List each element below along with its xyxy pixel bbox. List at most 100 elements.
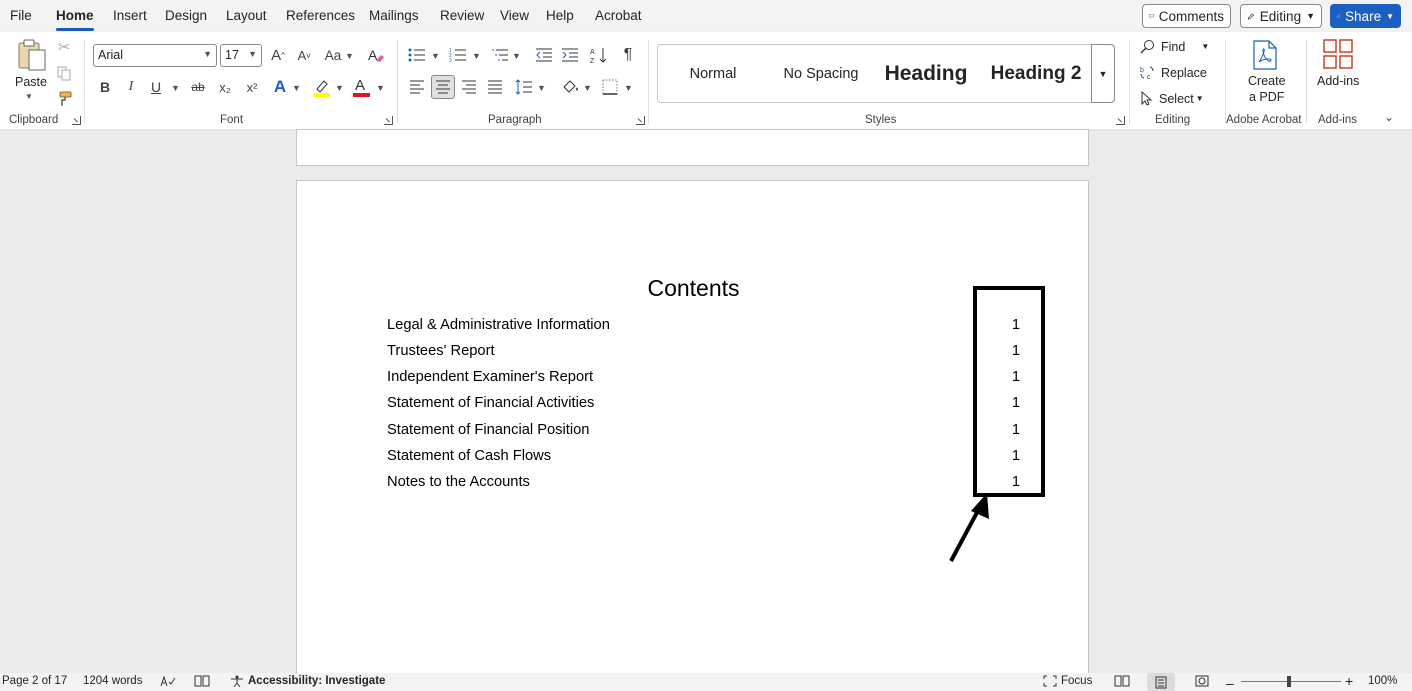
toc-entry[interactable]: Statement of Financial Position 1 xyxy=(387,422,1027,442)
toc-entry[interactable]: Independent Examiner's Report 1 xyxy=(387,369,1027,389)
change-case-button[interactable]: Aa xyxy=(322,45,344,65)
tab-view[interactable]: View xyxy=(500,8,529,23)
paragraph-launcher-icon[interactable] xyxy=(636,116,645,125)
styles-launcher-icon[interactable] xyxy=(1116,116,1125,125)
chevron-down-icon[interactable]: ▼ xyxy=(171,83,180,93)
current-page[interactable]: Contents Legal & Administrative Informat… xyxy=(296,180,1089,690)
toc-entry[interactable]: Legal & Administrative Information 1 xyxy=(387,317,1027,337)
create-pdf-button[interactable]: Create a PDF xyxy=(1236,38,1294,106)
zoom-out-button[interactable]: – xyxy=(1226,675,1234,691)
chevron-down-icon[interactable]: ▼ xyxy=(583,83,592,93)
text-effects-button[interactable]: A xyxy=(270,77,290,97)
page-count[interactable]: Page 2 of 17 xyxy=(2,675,67,687)
line-spacing-icon[interactable] xyxy=(514,77,534,97)
toc-entry[interactable]: Trustees' Report 1 xyxy=(387,343,1027,363)
decrease-indent-icon[interactable] xyxy=(534,45,554,65)
clear-format-icon[interactable]: A xyxy=(366,45,386,65)
font-color-button[interactable]: A xyxy=(353,76,371,98)
addins-group-label: Add-ins xyxy=(1318,114,1357,126)
italic-button[interactable]: I xyxy=(122,77,140,97)
focus-button[interactable]: Focus xyxy=(1043,675,1092,687)
align-left-icon[interactable] xyxy=(407,77,427,97)
bold-button[interactable]: B xyxy=(96,77,114,97)
paste-icon xyxy=(18,39,46,71)
align-center-icon[interactable] xyxy=(431,75,455,99)
copy-icon[interactable] xyxy=(56,64,72,82)
svg-text:A: A xyxy=(590,49,595,56)
zoom-slider-thumb[interactable] xyxy=(1287,676,1291,687)
numbering-icon[interactable]: 123 xyxy=(448,45,468,65)
chevron-down-icon[interactable]: ▼ xyxy=(431,51,440,61)
paste-button[interactable]: Paste ▼ xyxy=(12,38,48,104)
style-heading[interactable]: Heading xyxy=(874,45,978,102)
strikethrough-button[interactable]: ab xyxy=(188,77,208,97)
font-size-select[interactable]: 17 ▼ xyxy=(220,44,262,67)
cut-icon[interactable]: ✂ xyxy=(56,38,72,56)
chevron-down-icon[interactable]: ▼ xyxy=(472,51,481,61)
print-layout-icon[interactable] xyxy=(1147,673,1175,691)
shrink-font-icon[interactable]: Av xyxy=(294,45,314,65)
editing-mode-button[interactable]: Editing ▼ xyxy=(1240,4,1322,28)
font-family-select[interactable]: Arial ▼ xyxy=(93,44,217,67)
zoom-in-button[interactable]: + xyxy=(1345,673,1353,689)
tab-file[interactable]: File xyxy=(10,8,32,23)
tab-acrobat[interactable]: Acrobat xyxy=(595,8,642,23)
clipboard-launcher-icon[interactable] xyxy=(72,116,81,125)
style-normal[interactable]: Normal xyxy=(658,45,768,102)
share-button[interactable]: Share ▼ xyxy=(1330,4,1401,28)
replace-label: Replace xyxy=(1161,65,1207,80)
zoom-level[interactable]: 100% xyxy=(1368,675,1397,687)
increase-indent-icon[interactable] xyxy=(560,45,580,65)
chevron-down-icon[interactable]: ▼ xyxy=(292,83,301,93)
multilevel-icon[interactable] xyxy=(490,45,510,65)
font-launcher-icon[interactable] xyxy=(384,116,393,125)
previous-page[interactable] xyxy=(296,129,1089,166)
style-heading-2[interactable]: Heading 2 xyxy=(980,45,1092,102)
underline-button[interactable]: U xyxy=(147,77,165,97)
chevron-down-icon[interactable]: ▼ xyxy=(345,51,354,61)
tab-home[interactable]: Home xyxy=(56,8,94,31)
tab-layout[interactable]: Layout xyxy=(226,8,267,23)
chevron-down-icon[interactable]: ▼ xyxy=(537,83,546,93)
find-button[interactable]: Find ▼ xyxy=(1140,39,1209,54)
zoom-slider[interactable] xyxy=(1241,676,1341,687)
chevron-down-icon[interactable]: ▼ xyxy=(376,83,385,93)
toc-entry[interactable]: Statement of Cash Flows 1 xyxy=(387,448,1027,468)
read-mode-view-icon[interactable] xyxy=(1114,675,1130,687)
tab-mailings[interactable]: Mailings xyxy=(369,8,419,23)
align-right-icon[interactable] xyxy=(459,77,479,97)
addins-button[interactable]: Add-ins xyxy=(1312,38,1364,90)
replace-button[interactable]: bc Replace xyxy=(1140,65,1207,81)
tab-design[interactable]: Design xyxy=(165,8,207,23)
shading-icon[interactable] xyxy=(560,77,580,97)
collapse-ribbon-icon[interactable]: ⌄ xyxy=(1384,110,1394,124)
tab-help[interactable]: Help xyxy=(546,8,574,23)
tab-insert[interactable]: Insert xyxy=(113,8,147,23)
tab-references[interactable]: References xyxy=(286,8,355,23)
format-painter-icon[interactable] xyxy=(56,90,74,108)
justify-icon[interactable] xyxy=(485,77,505,97)
subscript-button[interactable]: x₂ xyxy=(215,77,235,97)
grow-font-icon[interactable]: A ^ xyxy=(268,45,288,65)
bullets-icon[interactable] xyxy=(407,45,427,65)
read-mode-icon[interactable] xyxy=(194,675,210,687)
highlight-icon[interactable] xyxy=(311,77,333,97)
tab-review[interactable]: Review xyxy=(440,8,484,23)
chevron-down-icon[interactable]: ▼ xyxy=(512,51,521,61)
style-no-spacing[interactable]: No Spacing xyxy=(768,45,874,102)
toc-entry[interactable]: Notes to the Accounts 1 xyxy=(387,474,1027,494)
styles-more-button[interactable]: ▼ xyxy=(1091,44,1115,103)
pilcrow-icon[interactable]: ¶ xyxy=(618,45,638,65)
web-layout-icon[interactable] xyxy=(1195,675,1209,687)
chevron-down-icon[interactable]: ▼ xyxy=(624,83,633,93)
chevron-down-icon[interactable]: ▼ xyxy=(335,83,344,93)
accessibility-checker[interactable]: Accessibility: Investigate xyxy=(230,675,385,687)
toc-entry[interactable]: Statement of Financial Activities 1 xyxy=(387,395,1027,415)
sort-icon[interactable]: AZ xyxy=(589,45,609,65)
select-button[interactable]: Select ▼ xyxy=(1140,91,1204,106)
word-count[interactable]: 1204 words xyxy=(83,675,142,687)
superscript-button[interactable]: x² xyxy=(242,77,262,97)
proofing-icon[interactable] xyxy=(160,675,176,687)
borders-icon[interactable] xyxy=(600,77,620,97)
comments-button[interactable]: Comments xyxy=(1142,4,1231,28)
